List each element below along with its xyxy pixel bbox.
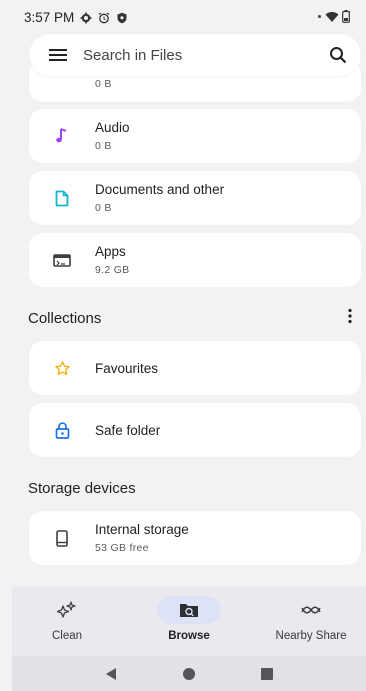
- home-circle-icon[interactable]: [182, 667, 196, 681]
- browse-folder-search-icon: [180, 604, 198, 617]
- search-input[interactable]: Search in Files: [83, 47, 329, 64]
- wifi-icon: [325, 11, 339, 22]
- nav-active-pill: [157, 596, 221, 624]
- search-icon[interactable]: [329, 46, 347, 64]
- status-left: 3:57 PM: [24, 10, 128, 25]
- shield-icon: [117, 12, 127, 23]
- category-size: 0 B: [95, 140, 112, 152]
- system-navigation-bar: [12, 656, 366, 691]
- lock-icon: [55, 421, 69, 439]
- back-triangle-icon[interactable]: [104, 667, 118, 681]
- bottom-navigation: Clean Browse Nearby Share: [12, 586, 366, 656]
- hamburger-menu-icon[interactable]: [49, 48, 67, 62]
- battery-icon: [342, 10, 350, 23]
- category-size: 0 B: [95, 202, 112, 214]
- storage-title: Internal storage: [95, 522, 189, 537]
- nav-label-nearby-share: Nearby Share: [275, 630, 347, 642]
- storage-free: 53 GB free: [95, 542, 149, 554]
- category-size: 9.2 GB: [95, 264, 130, 276]
- nav-label-browse: Browse: [168, 630, 210, 642]
- phone-icon: [56, 529, 68, 547]
- star-icon: [54, 360, 70, 375]
- music-note-icon: [56, 128, 67, 143]
- category-title: Audio: [95, 120, 130, 135]
- search-bar[interactable]: Search in Files: [29, 34, 361, 76]
- status-right: [317, 10, 350, 23]
- status-time: 3:57 PM: [24, 10, 75, 25]
- collection-title: Safe folder: [95, 422, 161, 438]
- category-card-apps[interactable]: Apps 9.2 GB: [29, 233, 361, 287]
- alarm-icon: [98, 12, 110, 23]
- signal-dot-icon: [318, 15, 321, 18]
- nav-item-nearby-share[interactable]: Nearby Share: [256, 596, 366, 642]
- recents-square-icon[interactable]: [260, 667, 274, 681]
- nav-item-clean[interactable]: Clean: [12, 596, 122, 642]
- apps-icon: [53, 253, 71, 267]
- settings-gear-icon: [80, 12, 92, 23]
- collection-title: Favourites: [95, 360, 159, 376]
- document-icon: [55, 190, 69, 206]
- category-title: Apps: [95, 244, 126, 259]
- status-bar: 3:57 PM: [0, 0, 366, 34]
- collection-card-safe-folder[interactable]: Safe folder: [29, 403, 361, 457]
- collections-heading: Collections: [28, 310, 102, 327]
- nav-item-browse[interactable]: Browse: [134, 596, 244, 642]
- storage-card-internal[interactable]: Internal storage 53 GB free: [29, 511, 361, 565]
- category-card-audio[interactable]: Audio 0 B: [29, 109, 361, 163]
- nav-label-clean: Clean: [51, 630, 83, 642]
- category-card-documents[interactable]: Documents and other 0 B: [29, 171, 361, 225]
- more-vert-icon[interactable]: [347, 308, 353, 324]
- nearby-share-icon: [301, 606, 321, 614]
- sparkle-clean-icon: [57, 601, 76, 618]
- storage-devices-heading: Storage devices: [28, 480, 136, 497]
- category-title: Documents and other: [95, 182, 225, 197]
- collection-card-favourites[interactable]: Favourites: [29, 341, 361, 395]
- partial-card-size: 0 B: [95, 78, 112, 90]
